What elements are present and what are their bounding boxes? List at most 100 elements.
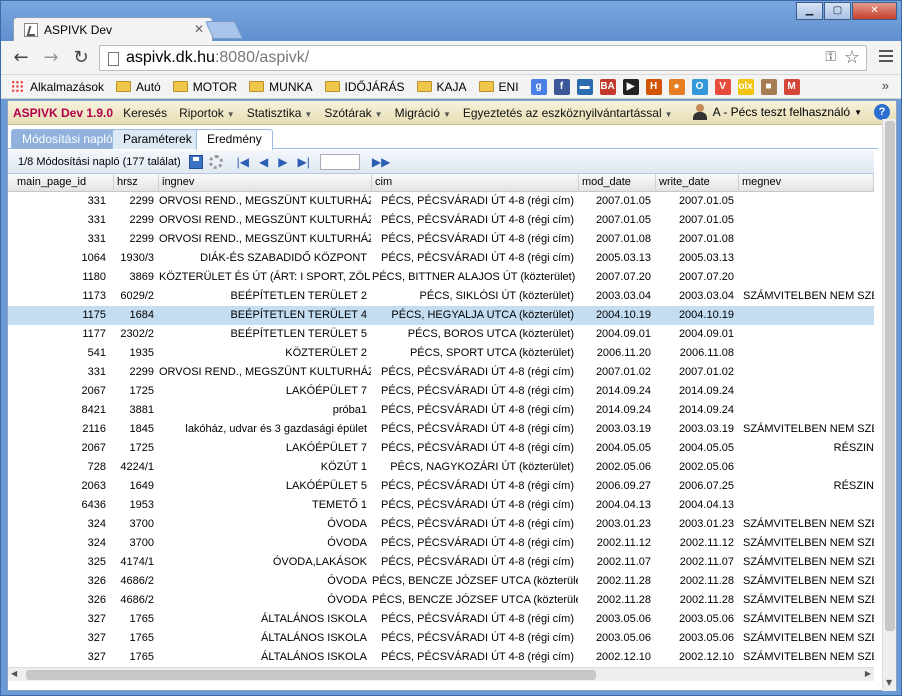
table-row[interactable]: 541 1935 KÖZTERÜLET 2 PÉCS, SPORT UTCA (köz… (8, 344, 874, 363)
column-header-megnev[interactable]: megnev (739, 174, 874, 192)
table-row[interactable]: 1173 6029/2 BEÉPÍTETLEN TERÜLET 2 PÉCS, SIK… (8, 287, 874, 306)
bookmark-4[interactable]: IDŐJÁRÁS (324, 80, 405, 94)
menu-item-3[interactable]: Szótárak ▼ (324, 106, 382, 120)
table-row[interactable]: 326 4686/2 ÓVODA PÉCS, BENCZE JÓZSEF UTCA (… (8, 591, 874, 610)
address-bar[interactable]: aspivk.dk.hu:8080/aspivk/ ⚿ ☆ (99, 45, 867, 71)
reload-icon[interactable]: ↻ (71, 48, 91, 68)
table-row[interactable]: 1177 2302/2 BEÉPÍTETLEN TERÜLET 5 PÉCS, BOR… (8, 325, 874, 344)
play-icon[interactable]: ▶ (622, 78, 639, 95)
table-row[interactable]: 331 2299 ORVOSI REND., MEGSZÜNT KULTURHÁZ P… (8, 363, 874, 382)
user-area[interactable]: A - Pécs teszt felhasználó ▼ ? (692, 104, 890, 120)
google-icon[interactable]: g (530, 78, 547, 95)
star-icon[interactable]: ☆ (844, 47, 860, 68)
v-icon[interactable]: V (714, 78, 731, 95)
horizontal-scroll-thumb[interactable] (26, 670, 596, 680)
cell-ingnev: ÓVODA,LAKÁSOK (272, 556, 367, 568)
box-icon[interactable]: ■ (760, 78, 777, 95)
table-row[interactable]: 331 2299 ORVOSI REND., MEGSZÜNT KULTURHÁZ P… (8, 230, 874, 249)
menu-item-5[interactable]: Egyeztetés az eszköznyilvántartással ▼ (463, 106, 673, 120)
facebook-icon[interactable]: f (553, 78, 570, 95)
first-page-icon[interactable]: |◀ (237, 155, 249, 169)
prev-page-icon[interactable]: ◀ (259, 155, 268, 169)
next-page-icon[interactable]: ▶ (278, 155, 287, 169)
gmail-icon[interactable]: M (783, 78, 800, 95)
menu-item-2[interactable]: Statisztika ▼ (247, 106, 313, 120)
last-page-icon[interactable]: ▶| (297, 155, 309, 169)
bookmark-3[interactable]: MUNKA (249, 80, 313, 94)
back-icon[interactable]: ← (11, 48, 31, 68)
scroll-left-icon[interactable]: ◀ (11, 669, 17, 678)
table-row[interactable]: 327 1765 ÁLTALÁNOS ISKOLA PÉCS, PÉCSVÁRADI … (8, 629, 874, 648)
table-row[interactable]: 331 2299 ORVOSI REND., MEGSZÜNT KULTURHÁZ P… (8, 211, 874, 230)
close-window-button[interactable]: ✕ (852, 2, 897, 20)
ring-icon[interactable]: ● (668, 78, 685, 95)
cell-mod-date: 2002.11.28 (596, 594, 651, 606)
cell-write-date: 2004.05.05 (678, 442, 734, 454)
column-header-hrsz[interactable]: hrsz (114, 174, 159, 192)
column-header-mod-date[interactable]: mod_date (579, 174, 656, 192)
maximize-button[interactable]: ▢ (824, 2, 851, 20)
vertical-scrollbar[interactable]: ▼ (882, 119, 896, 691)
browser-menu-icon[interactable] (879, 50, 893, 64)
table-row[interactable]: 728 4224/1 KÖZÚT 1 PÉCS, NAGYKOZÁRI ÚT (köz… (8, 458, 874, 477)
table-row[interactable]: 8421 3881 próba1 PÉCS, PÉCSVÁRADI ÚT 4-8 (r… (8, 401, 874, 420)
table-row[interactable]: 6436 1953 TEMETŐ 1 PÉCS, PÉCSVÁRADI ÚT 4-8 … (8, 496, 874, 515)
key-icon[interactable]: ⚿ (825, 49, 836, 65)
browser-tab[interactable]: ASPIVK Dev ✕ (13, 17, 213, 41)
menu-item-4[interactable]: Migráció ▼ (395, 106, 451, 120)
table-row[interactable]: 2063 1649 LAKÓÉPÜLET 5 PÉCS, PÉCSVÁRADI ÚT … (8, 477, 874, 496)
close-tab-icon[interactable]: ✕ (194, 22, 204, 36)
vertical-scroll-thumb[interactable] (885, 121, 895, 631)
bookmark-6[interactable]: ENI (478, 80, 519, 94)
table-row[interactable]: 1064 1930/3 DIÁK-ÉS SZABADIDŐ KÖZPONT PÉCS,… (8, 249, 874, 268)
scroll-right-icon[interactable]: ▶ (865, 669, 871, 678)
menu-item-0[interactable]: Keresés (123, 106, 167, 120)
bookmark-5[interactable]: KAJA (416, 80, 467, 94)
column-header-main-page-id[interactable]: main_page_id (14, 174, 114, 192)
table-row[interactable]: 2116 1845 lakóház, udvar és 3 gazdasági ép… (8, 420, 874, 439)
table-row[interactable]: 2067 1725 LAKÓÉPÜLET 7 PÉCS, PÉCSVÁRADI ÚT … (8, 439, 874, 458)
bookmark-0[interactable]: Alkalmazások (11, 80, 104, 94)
table-row[interactable]: 1175 1684 BEÉPÍTETLEN TERÜLET 4 PÉCS, HEGYA… (8, 306, 874, 325)
gear-icon[interactable] (208, 154, 223, 169)
tab-eredmeny[interactable]: Eredmény (196, 129, 273, 150)
table-row[interactable]: 324 3700 ÓVODA PÉCS, PÉCSVÁRADI ÚT 4-8 (rég… (8, 534, 874, 553)
cell-megnev: RÉSZIN (833, 442, 874, 454)
cell-mod-date: 2004.09.01 (595, 328, 651, 340)
tab-modositasi-naplo[interactable]: Módosítási napló (11, 129, 124, 149)
column-header-ingnev[interactable]: ingnev (159, 174, 372, 192)
bookmark-1[interactable]: Autó (116, 80, 161, 94)
bookmark-app-icon[interactable]: ▬ (576, 78, 593, 95)
table-row[interactable]: 325 4174/1 ÓVODA,LAKÁSOK PÉCS, PÉCSVÁRADI Ú… (8, 553, 874, 572)
table-row[interactable]: 327 1765 ÁLTALÁNOS ISKOLA PÉCS, PÉCSVÁRADI … (8, 648, 874, 666)
table-row[interactable]: 327 1765 ÁLTALÁNOS ISKOLA PÉCS, PÉCSVÁRADI … (8, 610, 874, 629)
bookmark-2[interactable]: MOTOR (172, 80, 237, 94)
scroll-down-icon[interactable]: ▼ (886, 678, 892, 687)
table-row[interactable]: 1180 3869 KÖZTERÜLET ÉS ÚT (ÁRT: I SPORT, … (8, 268, 874, 287)
chevron-down-icon: ▼ (374, 109, 383, 119)
minimize-button[interactable]: ▁ (796, 2, 823, 20)
more-bookmarks-icon[interactable]: » (882, 78, 889, 93)
save-icon[interactable] (188, 154, 203, 169)
help-icon[interactable]: ? (874, 104, 890, 120)
menu-item-1[interactable]: Riportok ▼ (179, 106, 235, 120)
menu-item-label: Szótárak (324, 105, 372, 120)
cell-mod-date: 2007.01.05 (595, 195, 651, 207)
olx-icon[interactable]: olx (737, 78, 754, 95)
go-page-icon[interactable]: ▶▶ (372, 155, 390, 169)
table-row[interactable]: 324 3700 ÓVODA PÉCS, PÉCSVÁRADI ÚT 4-8 (rég… (8, 515, 874, 534)
table-row[interactable]: 2067 1725 LAKÓÉPÜLET 7 PÉCS, PÉCSVÁRADI ÚT … (8, 382, 874, 401)
forward-icon[interactable]: → (41, 48, 61, 68)
tab-parameterek[interactable]: Paraméterek (112, 129, 203, 149)
cell-hrsz: 4224/1 (120, 461, 154, 473)
ba-icon[interactable]: BA (599, 78, 616, 95)
column-header-cim[interactable]: cim (372, 174, 579, 192)
column-header-write-date[interactable]: write_date (656, 174, 739, 192)
page-number-input[interactable] (319, 153, 360, 170)
table-row[interactable]: 326 4686/2 ÓVODA PÉCS, BENCZE JÓZSEF UTCA (… (8, 572, 874, 591)
table-row[interactable]: 331 2299 ORVOSI REND., MEGSZÜNT KULTURHÁZ P… (8, 192, 874, 211)
horizontal-scrollbar[interactable]: ◀ ▶ (8, 667, 874, 681)
o-icon[interactable]: O (691, 78, 708, 95)
cell-hrsz: 2302/2 (120, 328, 154, 340)
h-icon[interactable]: H (645, 78, 662, 95)
